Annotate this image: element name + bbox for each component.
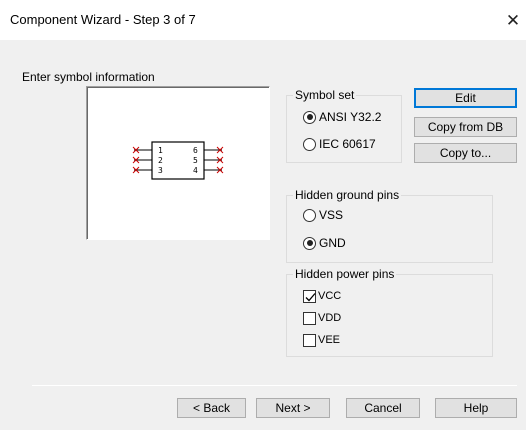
copy-from-db-button[interactable]: Copy from DB bbox=[414, 117, 517, 137]
radio-vss[interactable]: VSS bbox=[303, 206, 343, 224]
radio-ansi-indicator[interactable] bbox=[303, 110, 316, 124]
hidden-power-pins-group: Hidden power pins VCC VDD VEE bbox=[286, 267, 493, 357]
symbol-preview: 123 654 bbox=[86, 86, 270, 240]
hidden-ground-pins-group: Hidden ground pins VSS GND bbox=[286, 188, 493, 263]
radio-gnd[interactable]: GND bbox=[303, 234, 346, 252]
radio-vss-label: VSS bbox=[319, 208, 344, 222]
footer-separator bbox=[32, 385, 517, 386]
checkbox-vcc-label: VCC bbox=[318, 290, 342, 302]
checkbox-vcc[interactable]: VCC bbox=[303, 288, 341, 304]
hidden-power-pins-label: Hidden power pins bbox=[293, 267, 397, 281]
symbol-set-label: Symbol set bbox=[293, 88, 357, 102]
component-wizard-window: Component Wizard - Step 3 of 7 ✕ Enter s… bbox=[0, 0, 526, 430]
radio-iec-indicator[interactable] bbox=[303, 137, 316, 151]
ic-pin-number: 3 bbox=[158, 166, 163, 175]
close-icon[interactable]: ✕ bbox=[500, 8, 526, 34]
help-button[interactable]: Help bbox=[435, 398, 517, 418]
ic-pin-2: 2 bbox=[132, 156, 163, 165]
ic-pin-number: 2 bbox=[158, 156, 163, 165]
radio-gnd-indicator[interactable] bbox=[303, 236, 316, 250]
right-pins: 654 bbox=[193, 146, 224, 175]
ic-pin-3: 3 bbox=[132, 166, 163, 175]
radio-iec-label: IEC 60617 bbox=[319, 137, 376, 151]
radio-vss-indicator[interactable] bbox=[303, 208, 316, 222]
radio-iec[interactable]: IEC 60617 bbox=[303, 135, 376, 153]
next-button[interactable]: Next > bbox=[256, 398, 330, 418]
checkmark-icon bbox=[305, 292, 316, 301]
copy-to-button[interactable]: Copy to... bbox=[414, 143, 517, 163]
checkbox-vdd[interactable]: VDD bbox=[303, 310, 341, 326]
checkbox-vee[interactable]: VEE bbox=[303, 332, 340, 348]
checkbox-vdd-label: VDD bbox=[318, 312, 342, 324]
ic-pin-number: 4 bbox=[193, 166, 198, 175]
ic-pin-6: 6 bbox=[193, 146, 224, 155]
radio-ansi-label: ANSI Y32.2 bbox=[319, 110, 382, 124]
cancel-button[interactable]: Cancel bbox=[346, 398, 420, 418]
hidden-ground-pins-label: Hidden ground pins bbox=[293, 188, 402, 202]
checkbox-vdd-box[interactable] bbox=[303, 311, 316, 325]
checkbox-vcc-box[interactable] bbox=[303, 289, 316, 303]
ic-pin-number: 5 bbox=[193, 156, 198, 165]
symbol-set-group: Symbol set ANSI Y32.2 IEC 60617 bbox=[286, 88, 402, 163]
checkbox-vee-label: VEE bbox=[318, 334, 341, 346]
enter-symbol-info-label: Enter symbol information bbox=[22, 70, 155, 84]
left-pins: 123 bbox=[132, 146, 163, 175]
ic-pin-number: 6 bbox=[193, 146, 198, 155]
back-button[interactable]: < Back bbox=[177, 398, 246, 418]
ic-pin-number: 1 bbox=[158, 146, 163, 155]
radio-gnd-label: GND bbox=[319, 236, 346, 250]
checkbox-vee-box[interactable] bbox=[303, 333, 316, 347]
edit-button[interactable]: Edit bbox=[414, 88, 517, 108]
window-title: Component Wizard - Step 3 of 7 bbox=[10, 12, 196, 27]
ic-symbol-graphic: 123 654 bbox=[132, 141, 224, 180]
ic-pin-1: 1 bbox=[132, 146, 163, 155]
title-bar: Component Wizard - Step 3 of 7 ✕ bbox=[0, 0, 526, 40]
ic-pin-5: 5 bbox=[193, 156, 224, 165]
ic-pin-4: 4 bbox=[193, 166, 224, 175]
radio-ansi[interactable]: ANSI Y32.2 bbox=[303, 108, 381, 126]
